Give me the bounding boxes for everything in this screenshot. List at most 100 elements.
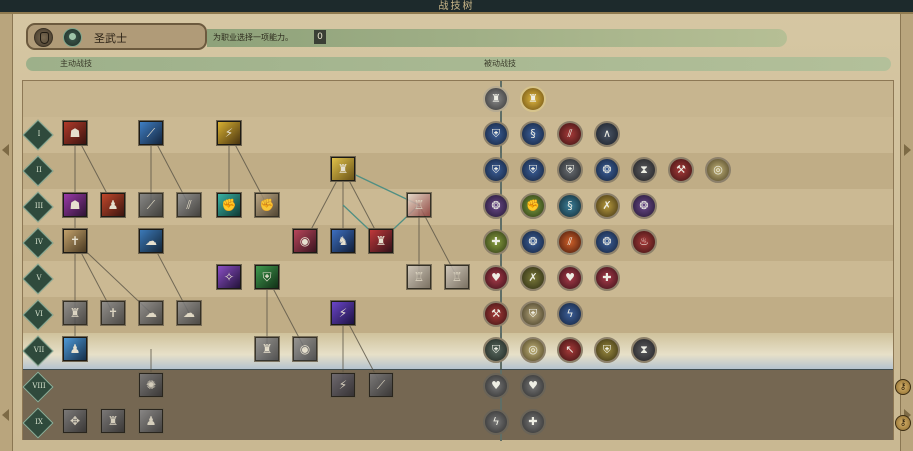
grey-shield-icon[interactable]: ⛨ xyxy=(557,157,583,183)
column-header-bar: 主动战技 被动战技 xyxy=(26,57,891,71)
golden-shield-icon[interactable]: ⛨ xyxy=(594,337,620,363)
bullseye-icon[interactable]: ◎ xyxy=(520,337,546,363)
blue-thought-icon[interactable]: ❂ xyxy=(594,229,620,255)
grey-figure-icon[interactable]: ♟ xyxy=(139,409,163,433)
left-frame xyxy=(0,14,13,451)
blue-paladin-icon[interactable]: ♟ xyxy=(63,337,87,361)
sword-slash-icon[interactable]: ⟋ xyxy=(139,121,163,145)
blue-helm-icon[interactable]: ☁ xyxy=(139,229,163,253)
holy-figure-icon[interactable]: ✝ xyxy=(63,229,87,253)
fire-slash-icon[interactable]: ⫽ xyxy=(557,229,583,255)
grey-heart-icon[interactable]: ♥ xyxy=(483,373,509,399)
green-cross-icon[interactable]: ✚ xyxy=(483,229,509,255)
compass-icon[interactable]: ∧ xyxy=(594,121,620,147)
blue-knight-icon[interactable]: ♞ xyxy=(331,229,355,253)
rank-label: III xyxy=(34,202,44,210)
red-flame-icon[interactable]: ♨ xyxy=(631,229,657,255)
grey-helmet-icon[interactable]: ♜ xyxy=(483,86,509,112)
purple-brain-icon[interactable]: ❂ xyxy=(483,193,509,219)
blue-shield-icon[interactable]: ⛨ xyxy=(483,157,509,183)
skill-tree-window: 战技树 圣武士 为职业选择一项能力。 0 主动战技 被动战技 I II III … xyxy=(0,0,913,451)
helmet-icon[interactable] xyxy=(34,28,53,47)
purple-strike-icon[interactable]: ⚡ xyxy=(331,301,355,325)
title-bar: 战技树 xyxy=(0,0,913,14)
hint-text: 为职业选择一项能力。 xyxy=(213,33,293,42)
teal-swirl-icon[interactable]: § xyxy=(557,193,583,219)
golden-helmet-icon[interactable]: ♜ xyxy=(331,157,355,181)
grey-slash-icon[interactable]: ⟋ xyxy=(369,373,393,397)
lock-line xyxy=(23,369,893,370)
hourglass-icon[interactable]: ⧗ xyxy=(631,157,657,183)
rank-label: II xyxy=(36,166,42,174)
rank-label: V xyxy=(36,274,42,282)
rank-label: IX xyxy=(35,418,43,426)
grey-cloud-icon[interactable]: ☁ xyxy=(177,301,201,325)
blue-brain-icon[interactable]: ❂ xyxy=(594,157,620,183)
red-guard-icon[interactable]: ♜ xyxy=(369,229,393,253)
lock-icon[interactable]: ⚷ xyxy=(895,379,911,395)
grey-bolt-icon[interactable]: ϟ xyxy=(483,409,509,435)
shadow-aura-icon[interactable]: ☗ xyxy=(63,193,87,217)
left-scroll-notch[interactable] xyxy=(2,409,9,421)
red-hammer-icon[interactable]: ⚒ xyxy=(668,157,694,183)
red-heart-icon[interactable]: ♥ xyxy=(483,265,509,291)
grey-target-icon[interactable]: ◉ xyxy=(293,337,317,361)
dark-shield-icon[interactable]: ⛨ xyxy=(483,337,509,363)
arcane-blade-icon[interactable]: ✧ xyxy=(217,265,241,289)
blue-bolt-icon[interactable]: ϟ xyxy=(557,301,583,327)
green-shield-icon[interactable]: ⛨ xyxy=(255,265,279,289)
rank-label: VIII xyxy=(32,382,46,390)
red-plus-icon[interactable]: ✚ xyxy=(594,265,620,291)
grey-armor-icon[interactable]: ♜ xyxy=(63,301,87,325)
right-scroll-notch[interactable] xyxy=(904,144,911,156)
pale-guard-icon[interactable]: ♖ xyxy=(407,265,431,289)
fire-demon-icon[interactable]: ☗ xyxy=(63,121,87,145)
blue-half-shield-icon[interactable]: ⛨ xyxy=(520,157,546,183)
class-selector[interactable]: 圣武士 xyxy=(26,23,207,50)
grey-shatter-icon[interactable]: ✥ xyxy=(63,409,87,433)
golden-sword-icon[interactable]: ✗ xyxy=(594,193,620,219)
blue-mind-icon[interactable]: ❂ xyxy=(520,229,546,255)
pale-winged-icon[interactable]: ♖ xyxy=(445,265,469,289)
passive-skills-heading: 被动战技 xyxy=(484,59,516,68)
red-target-icon[interactable]: ◉ xyxy=(293,229,317,253)
window-title: 战技树 xyxy=(438,1,475,12)
olive-sword-icon[interactable]: ✗ xyxy=(520,265,546,291)
gauntlet-icon[interactable]: ✊ xyxy=(217,193,241,217)
left-scroll-notch[interactable] xyxy=(2,144,9,156)
red-arrow-icon[interactable]: ↖ xyxy=(557,337,583,363)
grey-cross-icon[interactable]: ✝ xyxy=(101,301,125,325)
sword-icon[interactable]: ⟋ xyxy=(139,193,163,217)
double-slash-icon[interactable]: ⫽ xyxy=(177,193,201,217)
flame-figure-icon[interactable]: ♟ xyxy=(101,193,125,217)
red-claw-icon[interactable]: ⫽ xyxy=(557,121,583,147)
grey-helm-icon[interactable]: ☁ xyxy=(139,301,163,325)
grey-heart-icon[interactable]: ♥ xyxy=(520,373,546,399)
rank-label: VII xyxy=(33,346,45,354)
tan-shield-icon[interactable]: ⛨ xyxy=(520,301,546,327)
blue-shield-icon[interactable]: ⛨ xyxy=(483,121,509,147)
green-fist-icon[interactable]: ✊ xyxy=(520,193,546,219)
purple-mind-icon[interactable]: ❂ xyxy=(631,193,657,219)
lock-icon[interactable]: ⚷ xyxy=(895,415,911,431)
grey-guard-icon[interactable]: ♜ xyxy=(255,337,279,361)
red-axe-icon[interactable]: ⚒ xyxy=(483,301,509,327)
grey-dash-icon[interactable]: ⚡ xyxy=(331,373,355,397)
rank-label: VI xyxy=(35,310,43,318)
grip-icon[interactable]: ✊ xyxy=(255,193,279,217)
rank-label: IV xyxy=(35,238,43,246)
heart-icon[interactable]: ♥ xyxy=(557,265,583,291)
rank-label: I xyxy=(37,130,41,138)
active-skills-heading: 主动战技 xyxy=(60,59,92,68)
grey-burst-icon[interactable]: ✺ xyxy=(139,373,163,397)
hourglass-icon[interactable]: ⧗ xyxy=(631,337,657,363)
skull-icon[interactable] xyxy=(63,28,82,47)
blue-swirl-icon[interactable]: § xyxy=(520,121,546,147)
golden-helmet-passive-icon[interactable]: ♜ xyxy=(520,86,546,112)
golden-strike-icon[interactable]: ⚡ xyxy=(217,121,241,145)
winged-armor-icon[interactable]: ♖ xyxy=(407,193,431,217)
skill-tree: I II III IV V VI VII VIII IX ☗ ⟋ ⚡ ♜ ☗ ♟… xyxy=(22,80,911,441)
grey-cross-passive-icon[interactable]: ✚ xyxy=(520,409,546,435)
grey-rook-icon[interactable]: ♜ xyxy=(101,409,125,433)
target-icon[interactable]: ◎ xyxy=(705,157,731,183)
